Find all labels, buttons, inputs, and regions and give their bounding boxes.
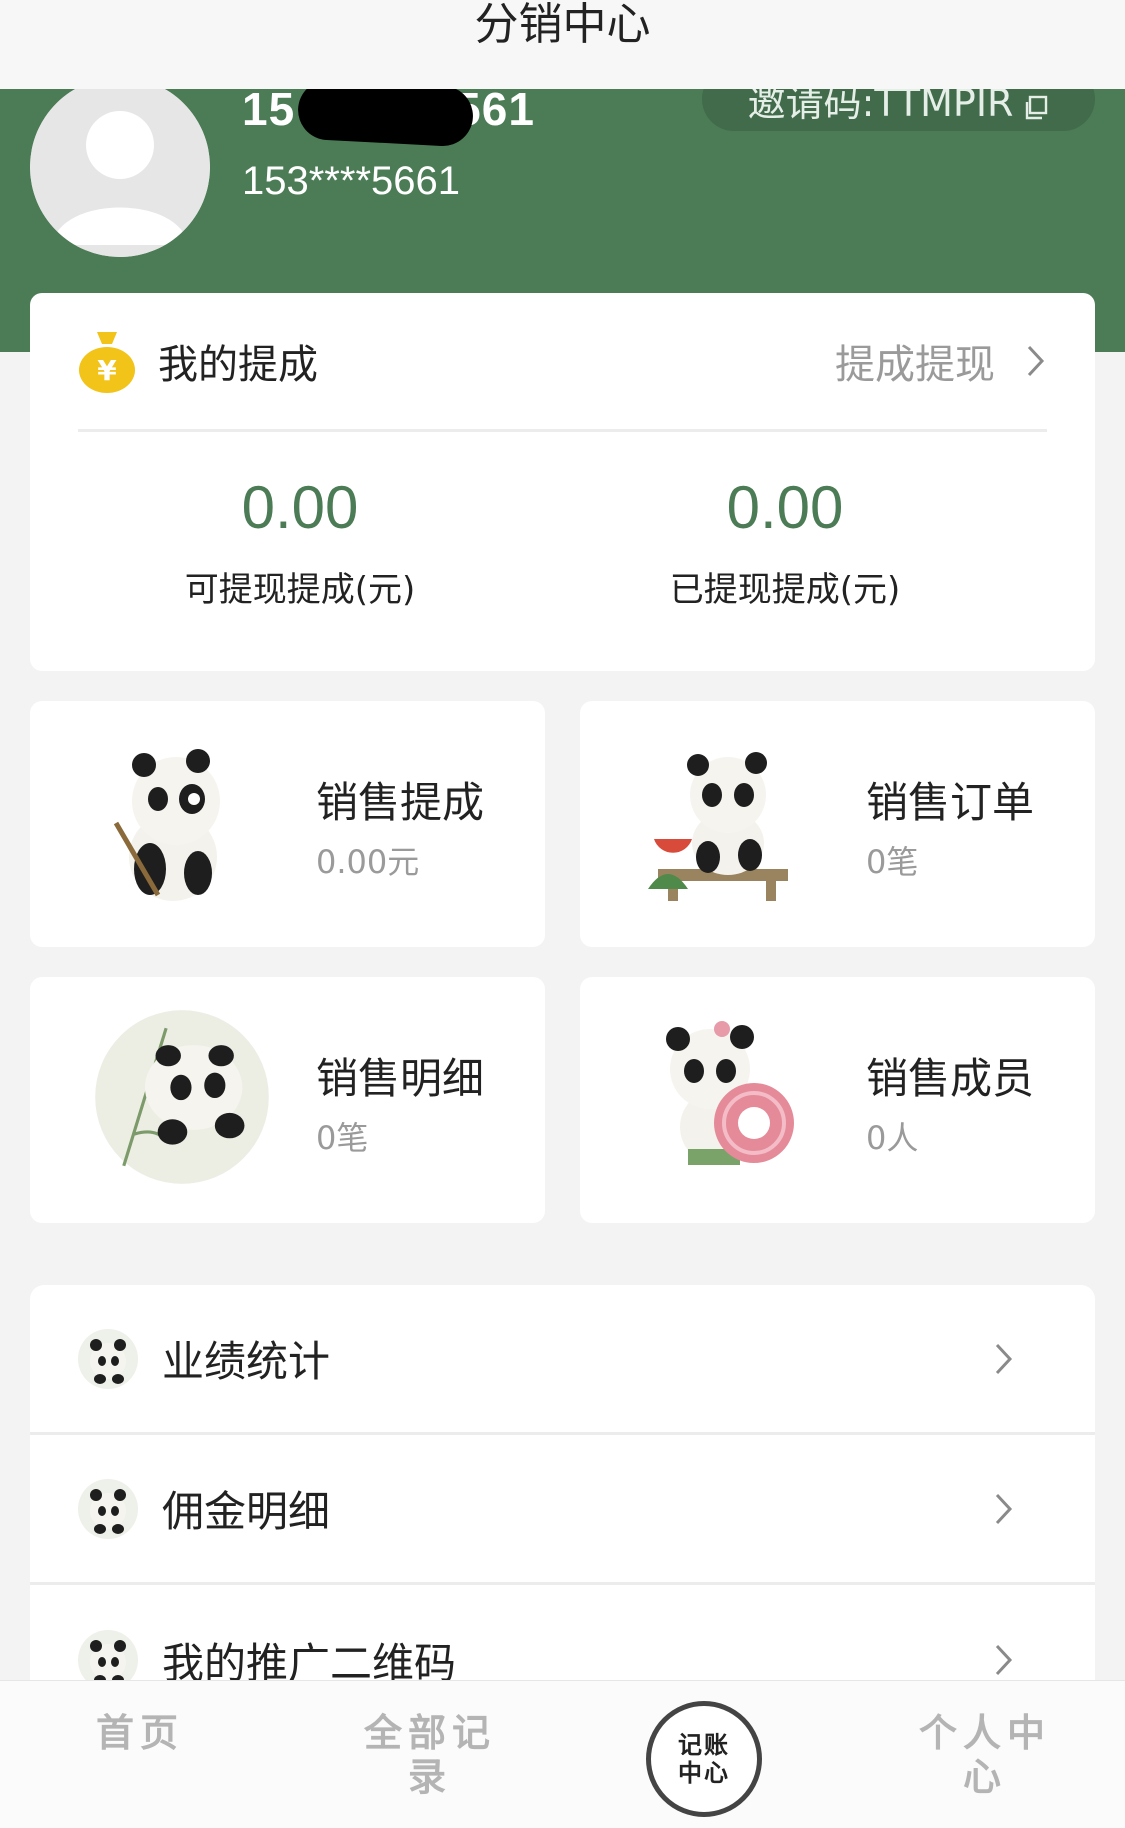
tile-subtitle: 0笔 [316, 1119, 369, 1157]
tile-title: 销售明细 [316, 1054, 485, 1103]
tab-accounting-center[interactable]: 记账 中心 [646, 1701, 762, 1817]
tile-sales-orders[interactable]: 销售订单 0笔 [580, 701, 1095, 947]
user-phone: 153****5661 [242, 159, 460, 203]
panda-icon [666, 1021, 794, 1165]
commission-card: ¥ 我的提成 提成提现 0.00 可提现提成(元) 0.00 已提现提成(元) [30, 293, 1095, 671]
tile-sales-details[interactable]: 销售明细 0笔 [30, 977, 545, 1223]
available-commission-value: 0.00 [241, 474, 359, 541]
menu-item-commission-details[interactable]: 佣金明细 [30, 1435, 1095, 1585]
tile-subtitle: 0.00元 [316, 843, 420, 881]
nav-bar: 分销中心 [0, 0, 1125, 89]
withdrawn-commission-caption: 已提现提成(元) [669, 570, 901, 610]
tile-subtitle: 0笔 [866, 843, 919, 881]
tab-all-records[interactable]: 全部记录 [360, 1711, 500, 1799]
chevron-right-icon [1027, 345, 1045, 377]
panda-icon [95, 1010, 269, 1184]
menu-item-label: 业绩统计 [162, 1337, 331, 1386]
tile-sales-commission[interactable]: 销售提成 0.00元 [30, 701, 545, 947]
tile-title: 销售提成 [316, 778, 485, 827]
distribution-center-page: 分销中心 15 561 153****5661 邀请码:TTMPIR ¥ 我的提… [0, 0, 1125, 1828]
tile-sales-members[interactable]: 销售成员 0人 [580, 977, 1095, 1223]
withdraw-link[interactable]: 提成提现 [835, 332, 995, 390]
user-avatar-icon[interactable] [30, 77, 210, 257]
panda-icon [113, 749, 220, 901]
withdrawn-commission-value: 0.00 [726, 474, 844, 541]
commission-label: 我的提成 [158, 342, 318, 388]
panda-icon [78, 1478, 138, 1539]
user-name-start: 15 [242, 83, 296, 135]
available-commission-caption: 可提现提成(元) [184, 570, 416, 610]
chevron-right-icon [995, 1644, 1013, 1676]
menu-list: 业绩统计 佣金明细 我的推广二维码 [30, 1285, 1095, 1735]
tile-subtitle: 0人 [866, 1119, 919, 1157]
tab-center-line1: 记账 [678, 1731, 730, 1759]
available-commission: 0.00 可提现提成(元) [100, 473, 500, 611]
tile-title: 销售订单 [866, 778, 1035, 827]
money-bag-icon: ¥ [79, 332, 135, 393]
panda-icon [78, 1328, 138, 1389]
svg-text:¥: ¥ [97, 354, 117, 387]
chevron-right-icon [995, 1493, 1013, 1524]
chevron-right-icon [995, 1343, 1013, 1374]
tile-title: 销售成员 [866, 1054, 1035, 1103]
panda-icon [648, 752, 788, 901]
withdrawn-commission: 0.00 已提现提成(元) [585, 473, 985, 611]
tab-profile[interactable]: 个人中心 [915, 1711, 1055, 1799]
commission-header[interactable]: ¥ 我的提成 提成提现 [78, 293, 1047, 432]
bottom-tab-bar: 首页 全部记录 记账 中心 个人中心 [0, 1680, 1125, 1828]
copy-icon[interactable] [1023, 86, 1049, 120]
menu-item-label: 佣金明细 [162, 1487, 331, 1536]
tab-center-line2: 中心 [678, 1759, 730, 1787]
menu-item-performance[interactable]: 业绩统计 [30, 1285, 1095, 1435]
tab-home[interactable]: 首页 [80, 1711, 200, 1755]
page-title: 分销中心 [474, 0, 651, 50]
